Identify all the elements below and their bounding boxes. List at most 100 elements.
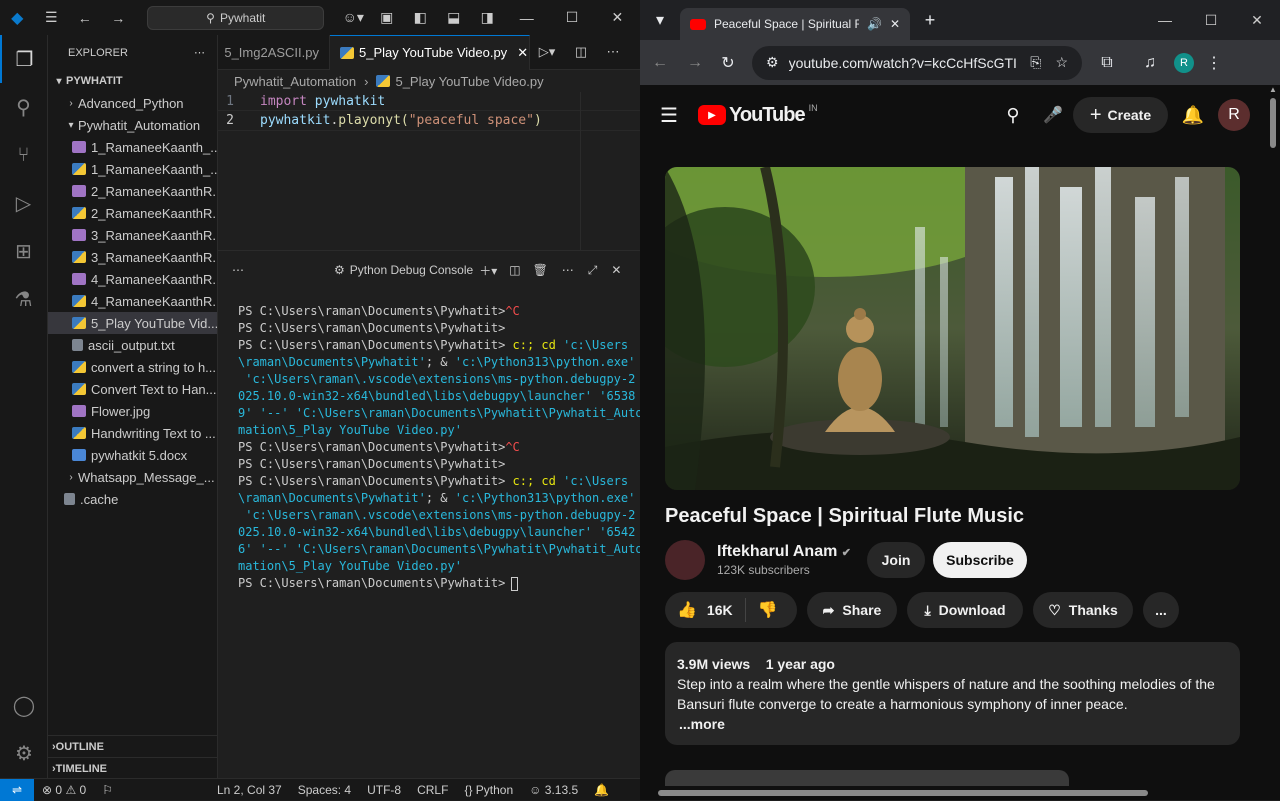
run-debug-icon[interactable]: ▷ <box>0 179 47 227</box>
tree-item[interactable]: › Whatsapp_Message_... <box>48 466 217 488</box>
join-button[interactable]: Join <box>867 542 925 578</box>
encoding[interactable]: UTF-8 <box>359 783 409 797</box>
source-control-icon[interactable]: ⑂ <box>0 131 47 179</box>
account-icon[interactable]: ◯ <box>0 681 48 729</box>
tree-item[interactable]: 1_RamaneeKaanth_... <box>48 158 217 180</box>
minimap[interactable] <box>580 92 581 250</box>
tab-search-icon[interactable]: ▾ <box>640 10 680 30</box>
reload-icon[interactable]: ↻ <box>710 53 746 73</box>
indentation[interactable]: Spaces: 4 <box>290 783 359 797</box>
profile-avatar[interactable]: R <box>1174 52 1194 73</box>
problems-indicator[interactable]: ⊗ 0 ⚠ 0 <box>34 783 94 797</box>
menu-hamburger-icon[interactable]: ☰ <box>35 9 69 26</box>
chrome-menu-icon[interactable]: ⋮ <box>1194 53 1234 73</box>
tab-youtube[interactable]: Peaceful Space | Spiritual Flu 🔊 ✕ <box>680 8 910 40</box>
panel-more-icon[interactable]: ⋯ <box>232 263 244 277</box>
copilot-icon[interactable]: ☺▾ <box>336 9 370 26</box>
audio-playing-icon[interactable]: 🔊 <box>867 17 882 31</box>
share-button[interactable]: ➦ Share <box>807 592 897 628</box>
tree-item[interactable]: 1_RamaneeKaanth_... <box>48 136 217 158</box>
line-ending[interactable]: CRLF <box>409 783 456 797</box>
channel-name-row[interactable]: Iftekharul Anam ✔ <box>717 543 857 561</box>
description-box[interactable]: 3.9M views 1 year ago Step into a realm … <box>665 642 1240 745</box>
tree-item[interactable]: › Advanced_Python <box>48 92 217 114</box>
language-mode[interactable]: {} Python <box>456 783 521 797</box>
guide-menu-icon[interactable]: ☰ <box>640 103 698 128</box>
terminal-more-icon[interactable]: ⋯ <box>562 263 574 277</box>
kill-terminal-trash-icon[interactable]: 🗑 <box>533 263 548 277</box>
tab-img2ascii[interactable]: 5_Img2ASCII.py <box>218 34 330 70</box>
address-bar[interactable]: ⚙ youtube.com/watch?v=kcCcHfScGTI ⎘ ☆ <box>752 45 1082 80</box>
notifications-bell-icon[interactable]: 🔔 <box>1168 105 1218 126</box>
workspace-root[interactable]: ▾ PYWHATIT <box>48 70 217 92</box>
tree-item[interactable]: 3_RamaneeKaanthR... <box>48 246 217 268</box>
video-player[interactable] <box>665 167 1240 490</box>
toggle-secondary-sidebar-icon[interactable]: ◨ <box>471 9 505 26</box>
tree-item[interactable]: .cache <box>48 488 217 510</box>
forward-arrow-icon[interactable]: → <box>102 10 136 26</box>
subscribe-button[interactable]: Subscribe <box>933 542 1027 578</box>
tree-item[interactable]: 4_RamaneeKaanthR... <box>48 268 217 290</box>
tree-item[interactable]: ▾ Pywhatit_Automation <box>48 114 217 136</box>
tree-item[interactable]: ascii_output.txt <box>48 334 217 356</box>
tree-item[interactable]: convert a string to h... <box>48 356 217 378</box>
youtube-logo[interactable]: ▶ YouTube IN <box>698 103 818 127</box>
extensions-icon[interactable]: ⊞ <box>0 227 47 275</box>
search-icon[interactable]: ⚲ <box>0 83 47 131</box>
forward-arrow-icon[interactable]: → <box>680 54 710 72</box>
toggle-sidebar-icon[interactable]: ◧ <box>404 9 438 26</box>
extensions-puzzle-icon[interactable]: ⧉ <box>1082 54 1132 72</box>
scroll-up-icon[interactable]: ▲ <box>1266 85 1280 94</box>
tree-item[interactable]: 3_RamaneeKaanthR... <box>48 224 217 246</box>
run-python-icon[interactable]: ▷▾ <box>530 44 564 60</box>
thanks-button[interactable]: ♡ Thanks <box>1033 592 1133 628</box>
thumbs-down-icon[interactable]: 👎 <box>746 600 790 620</box>
notifications-bell-icon[interactable]: 🔔 <box>586 783 617 797</box>
minimize-icon[interactable]: — <box>1142 12 1188 28</box>
settings-gear-icon[interactable]: ⚙ <box>0 729 48 777</box>
scroll-thumb[interactable] <box>1270 98 1276 148</box>
minimize-icon[interactable]: — <box>504 10 549 26</box>
code-editor[interactable]: 1 import pywhatkit 2 pywhatkit . playony… <box>217 92 641 131</box>
cursor-position[interactable]: Ln 2, Col 37 <box>209 783 290 797</box>
back-arrow-icon[interactable]: ← <box>640 54 680 72</box>
breadcrumb-file[interactable]: 5_Play YouTube Video.py <box>395 74 543 89</box>
timeline-section[interactable]: › TIMELINE <box>48 757 217 778</box>
search-icon[interactable]: ⚲ <box>993 105 1033 126</box>
breadcrumb-folder[interactable]: Pywhatit_Automation <box>234 74 356 89</box>
site-info-icon[interactable]: ⚙ <box>766 54 779 71</box>
new-terminal-icon[interactable]: ＋▾ <box>479 262 497 279</box>
create-button[interactable]: + Create <box>1073 97 1168 133</box>
voice-search-mic-icon[interactable]: 🎤 <box>1033 105 1073 125</box>
like-button[interactable]: 👍 16K <box>665 598 746 622</box>
channel-avatar[interactable] <box>665 540 705 580</box>
tree-item[interactable]: 4_RamaneeKaanthR... <box>48 290 217 312</box>
tree-item[interactable]: pywhatkit 5.docx <box>48 444 217 466</box>
tree-item[interactable]: 2_RamaneeKaanthR... <box>48 202 217 224</box>
close-tab-icon[interactable]: ✕ <box>517 45 528 61</box>
tab-play-youtube[interactable]: 5_Play YouTube Video.py ✕ <box>330 34 530 70</box>
more-actions-icon[interactable]: ⋯ <box>194 46 205 59</box>
close-panel-icon[interactable]: ✕ <box>611 263 621 277</box>
explorer-files-icon[interactable]: ❐ <box>0 35 47 83</box>
maximize-icon[interactable]: ☐ <box>1188 12 1234 29</box>
toggle-panel-icon[interactable]: ⬓ <box>437 9 471 26</box>
download-button[interactable]: ⤓ Download <box>907 592 1023 628</box>
scroll-thumb-horizontal[interactable] <box>658 790 1148 796</box>
interpreter-version[interactable]: ☺ 3.13.5 <box>521 783 586 797</box>
back-arrow-icon[interactable]: ← <box>68 10 102 26</box>
bookmark-star-icon[interactable]: ☆ <box>1055 54 1068 71</box>
terminal-output[interactable]: PS C:\Users\raman\Documents\Pywhatit>^C P… <box>218 289 643 592</box>
outline-section[interactable]: › OUTLINE <box>48 735 217 757</box>
command-center-search[interactable]: ⚲ Pywhatit <box>147 5 325 30</box>
media-controls-icon[interactable]: ♫ <box>1132 54 1168 72</box>
split-terminal-icon[interactable]: ◫ <box>509 263 520 277</box>
layout-icon[interactable]: ▣ <box>370 9 404 26</box>
more-actions-button[interactable]: ... <box>1143 592 1179 628</box>
tree-item[interactable]: 2_RamaneeKaanthR... <box>48 180 217 202</box>
tree-item[interactable]: Flower.jpg <box>48 400 217 422</box>
close-icon[interactable]: ✕ <box>1234 12 1280 29</box>
vertical-scrollbar[interactable]: ▲ <box>1266 85 1280 785</box>
install-app-icon[interactable]: ⎘ <box>1030 54 1041 71</box>
debug-icon[interactable]: ⚐ <box>94 783 121 797</box>
